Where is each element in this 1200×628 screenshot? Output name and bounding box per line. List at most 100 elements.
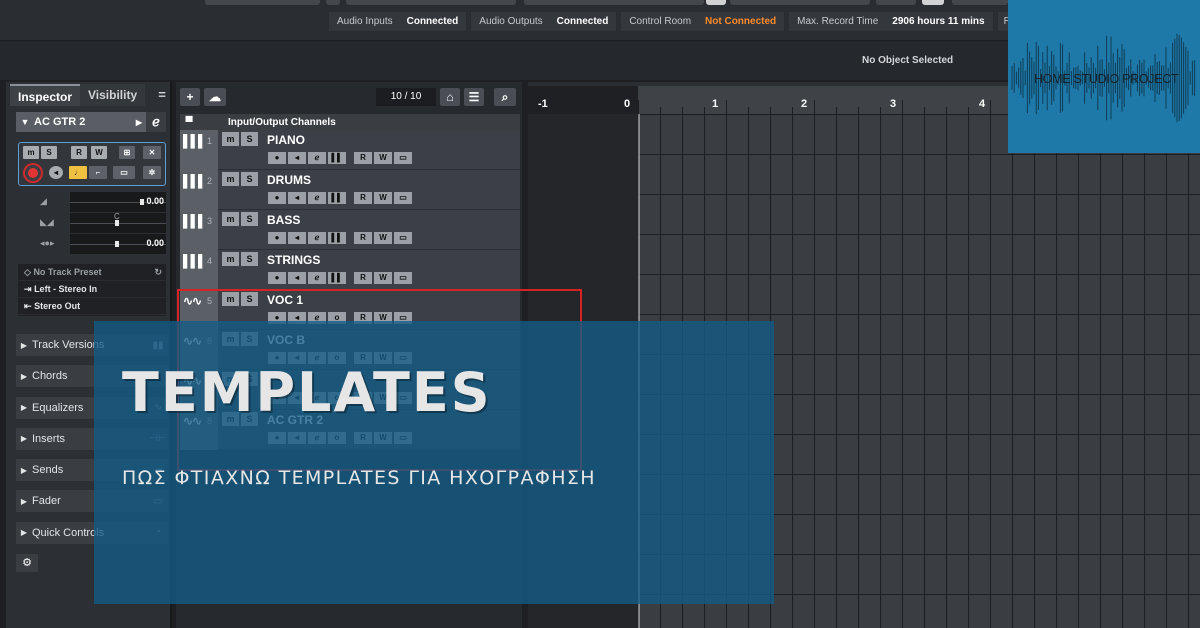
track-name[interactable]: DRUMS bbox=[267, 173, 311, 187]
input-routing-field[interactable]: ⇥ Left - Stereo In bbox=[18, 281, 166, 298]
track-row[interactable]: ▌▌▌ 1 m S PIANO ● ◂ ℯ ▌▌ R W ▭ bbox=[180, 130, 520, 170]
volume-fader-handle[interactable] bbox=[140, 199, 144, 205]
track-icon-area[interactable]: ▌▌▌ 3 bbox=[180, 210, 218, 250]
expand-arrow-icon[interactable]: ▶ bbox=[136, 118, 142, 127]
read-automation-button[interactable]: R bbox=[354, 192, 372, 204]
solo-button[interactable]: S bbox=[241, 292, 258, 306]
track-icon-area[interactable]: ▌▌▌ 1 bbox=[180, 130, 218, 170]
mute-button[interactable]: m bbox=[222, 292, 239, 306]
status-audio-inputs[interactable]: Audio Inputs Connected bbox=[328, 11, 468, 32]
read-automation-button[interactable]: R bbox=[354, 232, 372, 244]
status-max-record-time[interactable]: Max. Record Time 2906 hours 11 mins bbox=[788, 11, 994, 32]
solo-button[interactable]: S bbox=[41, 146, 57, 159]
lanes-icon[interactable]: ▭ bbox=[394, 232, 412, 244]
home-icon[interactable]: ⌂ bbox=[440, 88, 460, 106]
record-enable-icon[interactable]: ● bbox=[268, 272, 286, 284]
mute-button[interactable]: m bbox=[222, 172, 239, 186]
toolbar-control[interactable] bbox=[922, 0, 944, 5]
write-automation-button[interactable]: W bbox=[91, 146, 107, 159]
instrument-icon[interactable]: ▌▌ bbox=[328, 272, 346, 284]
lanes-icon[interactable]: ▭ bbox=[394, 152, 412, 164]
instrument-icon[interactable]: ▌▌ bbox=[328, 232, 346, 244]
toolbar-control[interactable] bbox=[876, 0, 916, 5]
read-automation-button[interactable]: R bbox=[71, 146, 87, 159]
refresh-icon[interactable]: ↻ bbox=[154, 264, 162, 281]
solo-button[interactable]: S bbox=[241, 132, 258, 146]
instrument-icon[interactable]: ▌▌ bbox=[328, 152, 346, 164]
add-track-icon[interactable]: + bbox=[180, 88, 200, 106]
record-enable-icon[interactable]: ● bbox=[268, 192, 286, 204]
track-row[interactable]: ▌▌▌ 3 m S BASS ● ◂ ℯ ▌▌ R W ▭ bbox=[180, 210, 520, 250]
solo-button[interactable]: S bbox=[241, 252, 258, 266]
write-automation-button[interactable]: W bbox=[374, 232, 392, 244]
track-name[interactable]: PIANO bbox=[267, 133, 305, 147]
status-control-room[interactable]: Control Room Not Connected bbox=[620, 11, 786, 32]
write-automation-button[interactable]: W bbox=[374, 152, 392, 164]
folder-track[interactable]: ▀ Input/Output Channels bbox=[180, 114, 520, 130]
edit-icon[interactable]: ℯ bbox=[308, 152, 326, 164]
write-automation-button[interactable]: W bbox=[374, 192, 392, 204]
lanes-icon[interactable]: ▭ bbox=[394, 272, 412, 284]
lanes-icon[interactable]: ▭ bbox=[394, 192, 412, 204]
lock-icon[interactable]: ⌐ bbox=[89, 166, 107, 179]
edit-icon[interactable]: ℯ bbox=[308, 192, 326, 204]
solo-button[interactable]: S bbox=[241, 172, 258, 186]
inspector-track-header[interactable]: ▼ AC GTR 2 ▶ ℯ bbox=[16, 112, 166, 132]
record-enable-icon[interactable]: ● bbox=[268, 232, 286, 244]
toolbar-control[interactable] bbox=[706, 0, 726, 5]
record-enable-icon[interactable]: ● bbox=[268, 152, 286, 164]
delay-fader-handle[interactable] bbox=[115, 241, 119, 247]
toolbar-control[interactable] bbox=[730, 0, 870, 5]
edit-icon[interactable]: ℯ bbox=[308, 232, 326, 244]
track-row[interactable]: ▌▌▌ 2 m S DRUMS ● ◂ ℯ ▌▌ R W ▭ bbox=[180, 170, 520, 210]
visibility-menu-icon[interactable]: ☰ bbox=[464, 88, 484, 106]
edit-icon[interactable]: ℯ bbox=[308, 272, 326, 284]
edit-channel-icon[interactable]: ℯ bbox=[146, 112, 166, 132]
track-name[interactable]: BASS bbox=[267, 213, 300, 227]
track-row[interactable]: ▌▌▌ 4 m S STRINGS ● ◂ ℯ ▌▌ R W ▭ bbox=[180, 250, 520, 290]
mute-button[interactable]: m bbox=[222, 132, 239, 146]
mute-button[interactable]: m bbox=[222, 252, 239, 266]
toolbar-control[interactable] bbox=[524, 0, 704, 5]
toolbar-control[interactable] bbox=[326, 0, 340, 5]
inspector-settings-gear-icon[interactable]: ⚙ bbox=[16, 554, 38, 572]
instrument-icon[interactable]: ▌▌ bbox=[328, 192, 346, 204]
lanes-icon[interactable]: ⊞ bbox=[119, 146, 135, 159]
toolbar-control[interactable] bbox=[952, 0, 1008, 5]
monitor-icon[interactable]: ◂ bbox=[288, 272, 306, 284]
record-enable-button[interactable] bbox=[23, 163, 43, 183]
add-track-from-template-icon[interactable]: ☁ bbox=[204, 88, 226, 106]
output-routing-field[interactable]: ⇤ Stereo Out bbox=[18, 298, 166, 315]
monitor-icon[interactable]: ◂ bbox=[49, 166, 63, 179]
monitor-icon[interactable]: ◂ bbox=[288, 152, 306, 164]
tab-visibility[interactable]: Visibility bbox=[80, 84, 146, 106]
track-preset-field[interactable]: ◇ No Track Preset ↻ bbox=[18, 264, 166, 281]
inspector-menu-icon[interactable]: = bbox=[154, 84, 170, 106]
track-icon-area[interactable]: ▌▌▌ 2 bbox=[180, 170, 218, 210]
tab-inspector[interactable]: Inspector bbox=[10, 84, 81, 106]
monitor-icon[interactable]: ◂ bbox=[288, 232, 306, 244]
channel-config-icon[interactable]: ▭ bbox=[113, 166, 135, 179]
toolbar-control[interactable] bbox=[346, 0, 516, 5]
volume-fader[interactable]: ◢ 0.00 bbox=[18, 192, 168, 212]
track-name[interactable]: STRINGS bbox=[267, 253, 320, 267]
track-icon-area[interactable]: ▌▌▌ 4 bbox=[180, 250, 218, 290]
delay-fader[interactable]: ◂●▸ 0.00 bbox=[18, 234, 168, 254]
pan-fader[interactable]: ◣◢ C bbox=[18, 212, 168, 233]
solo-button[interactable]: S bbox=[241, 212, 258, 226]
write-automation-button[interactable]: W bbox=[374, 272, 392, 284]
settings-icon[interactable]: ✲ bbox=[143, 166, 161, 179]
collapse-triangle-icon[interactable]: ▼ bbox=[16, 117, 34, 127]
monitor-icon[interactable]: ◂ bbox=[288, 192, 306, 204]
mute-button[interactable]: m bbox=[222, 212, 239, 226]
mute-button[interactable]: m bbox=[23, 146, 39, 159]
freeze-icon[interactable]: ✕ bbox=[143, 146, 161, 159]
track-name[interactable]: VOC 1 bbox=[267, 293, 303, 307]
read-automation-button[interactable]: R bbox=[354, 272, 372, 284]
timebase-icon[interactable]: ♩ bbox=[69, 166, 87, 179]
status-audio-outputs[interactable]: Audio Outputs Connected bbox=[470, 11, 618, 32]
preset-icon: ◇ bbox=[24, 267, 31, 277]
search-icon[interactable]: ⌕ bbox=[494, 88, 516, 106]
read-automation-button[interactable]: R bbox=[354, 152, 372, 164]
toolbar-control[interactable] bbox=[205, 0, 320, 5]
